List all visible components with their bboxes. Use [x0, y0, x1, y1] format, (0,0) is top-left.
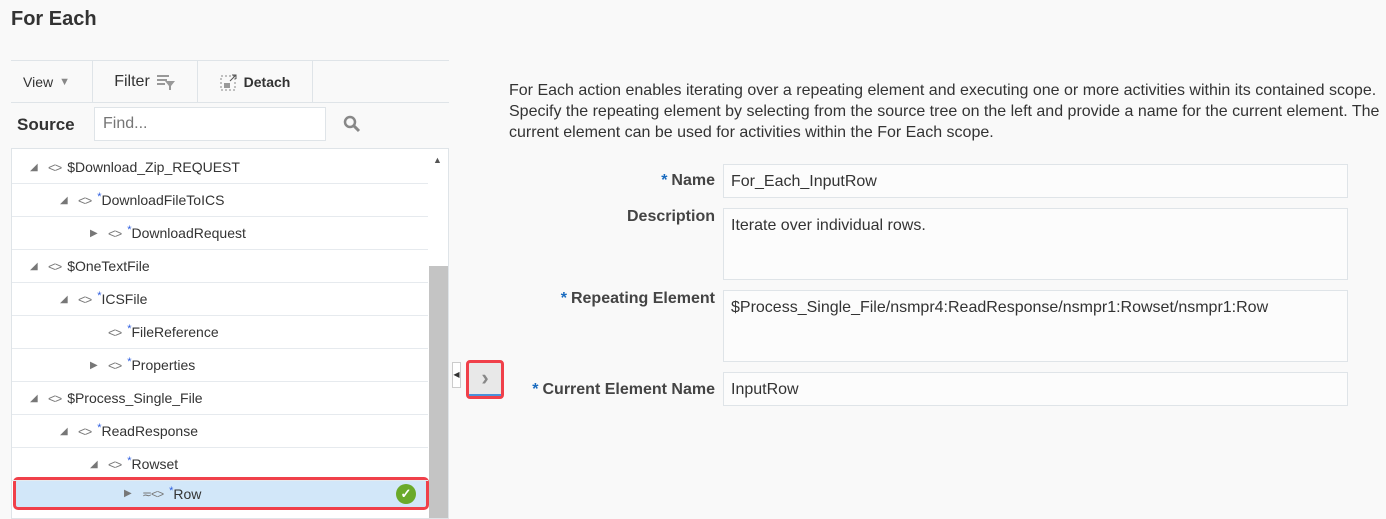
detach-icon	[220, 74, 237, 90]
search-icon[interactable]	[343, 115, 361, 133]
element-icon: <>	[48, 390, 62, 406]
collapse-triangle-icon[interactable]: ◢	[30, 393, 44, 404]
tree-node-label: $OneTextFile	[67, 258, 150, 274]
repeating-element-icon: ≂<>	[142, 486, 164, 501]
tree-node-label: DownloadRequest	[131, 225, 246, 241]
page-title: For Each	[11, 8, 97, 30]
tree-node-label: $Process_Single_File	[67, 390, 203, 406]
description-textarea[interactable]: Iterate over individual rows.	[723, 208, 1348, 280]
view-menu-button[interactable]: View ▼	[11, 61, 93, 102]
view-label: View	[23, 73, 54, 90]
tree-node-label: ICSFile	[101, 291, 148, 307]
element-icon: <>	[48, 159, 62, 175]
tree-node[interactable]: ◢ <> $OneTextFile	[12, 250, 428, 283]
required-mark: *	[127, 323, 132, 335]
mapper-toolbar: View ▼ Filter Detach	[11, 60, 449, 103]
tree-node[interactable]: ◢ <> $Process_Single_File	[12, 382, 428, 415]
required-mark: *	[169, 484, 174, 497]
source-search-input[interactable]	[94, 107, 326, 141]
element-icon: <>	[48, 258, 62, 274]
tree-node-label: $Download_Zip_REQUEST	[67, 159, 240, 175]
current-element-name-label: * Current Element Name	[532, 381, 715, 399]
tree-node[interactable]: ◢ <> * Rowset	[12, 448, 428, 481]
required-mark: *	[97, 422, 102, 434]
collapse-triangle-icon[interactable]: ◢	[60, 195, 74, 206]
element-icon: <>	[108, 225, 122, 241]
repeating-element-label: * Repeating Element	[561, 290, 715, 308]
name-input[interactable]: For_Each_InputRow	[723, 164, 1348, 198]
filter-button[interactable]: Filter	[93, 61, 198, 102]
required-mark: *	[127, 455, 132, 467]
collapse-panel-handle[interactable]: ◀	[452, 362, 461, 388]
expand-triangle-icon[interactable]: ▶	[124, 488, 138, 499]
repeating-label-text: Repeating Element	[570, 290, 715, 307]
detach-button[interactable]: Detach	[198, 61, 313, 102]
required-mark: *	[127, 356, 132, 368]
tree-node[interactable]: ▶ <> * Properties	[12, 349, 428, 382]
tree-node[interactable]: ▶ ≂<> * Row ✓	[13, 477, 429, 510]
tree-node-label: DownloadFileToICS	[101, 192, 225, 208]
expand-triangle-icon[interactable]: ▶	[90, 228, 104, 239]
collapse-triangle-icon[interactable]: ◢	[60, 426, 74, 437]
tree-scrollbar[interactable]: ▲	[429, 149, 448, 518]
collapse-triangle-icon[interactable]: ◢	[60, 294, 74, 305]
expand-triangle-icon[interactable]: ▶	[90, 360, 104, 371]
tree-node[interactable]: ◢ <> * ICSFile	[12, 283, 428, 316]
check-circle-icon: ✓	[396, 483, 416, 504]
element-icon: <>	[108, 456, 122, 472]
chevron-down-icon: ▼	[59, 75, 70, 88]
detach-label: Detach	[243, 73, 291, 90]
scroll-up-icon[interactable]: ▲	[433, 155, 442, 165]
tree-node[interactable]: ◢ <> $Download_Zip_REQUEST	[12, 151, 428, 184]
element-icon: <>	[108, 324, 122, 340]
repeating-element-textarea[interactable]: $Process_Single_File/nsmpr4:ReadResponse…	[723, 290, 1348, 362]
description-label: Description	[626, 208, 715, 225]
name-label-text: Name	[671, 172, 715, 189]
required-mark: *	[560, 290, 567, 307]
tree-node[interactable]: <> * FileReference	[12, 316, 428, 349]
current-label-text: Current Element Name	[542, 381, 716, 398]
tree-node[interactable]: ▶ <> * DownloadRequest	[12, 217, 428, 250]
required-mark: *	[97, 290, 102, 302]
collapse-triangle-icon[interactable]: ◢	[30, 162, 44, 173]
element-icon: <>	[78, 423, 92, 439]
required-mark: *	[127, 224, 132, 236]
tree-node-label: FileReference	[131, 324, 219, 340]
element-icon: <>	[78, 192, 92, 208]
tree-node[interactable]: ◢ <> * DownloadFileToICS	[12, 184, 428, 217]
chevron-right-icon: ›	[481, 365, 489, 390]
tree-node[interactable]: ◢ <> * ReadResponse	[12, 415, 428, 448]
element-icon: <>	[78, 291, 92, 307]
required-mark: *	[532, 381, 539, 398]
assign-repeating-element-button[interactable]: ›	[466, 360, 504, 399]
required-mark: *	[97, 191, 102, 203]
tree-node-label: ReadResponse	[101, 423, 198, 439]
tree-node-label: Properties	[131, 357, 196, 373]
for-each-description: For Each action enables iterating over a…	[509, 82, 1380, 141]
collapse-triangle-icon[interactable]: ◢	[30, 261, 44, 272]
source-label: Source	[17, 115, 75, 134]
collapse-triangle-icon[interactable]: ◢	[90, 459, 104, 470]
source-tree: ▶ ≂<> * Row ✓ ◢ <> * Rowset ◢ <> * ReadResponse ◢ <> $P…	[11, 148, 449, 519]
caret-left-icon: ◀	[453, 370, 460, 379]
required-mark: *	[661, 172, 668, 189]
filter-icon	[156, 74, 175, 90]
tree-node-label: Row	[173, 485, 202, 502]
tree-node-label: Rowset	[131, 456, 179, 472]
element-icon: <>	[108, 357, 122, 373]
scrollbar-thumb[interactable]	[429, 266, 448, 518]
name-label: * Name	[661, 172, 715, 190]
filter-label: Filter	[114, 72, 150, 90]
current-element-name-input[interactable]: InputRow	[723, 372, 1348, 406]
